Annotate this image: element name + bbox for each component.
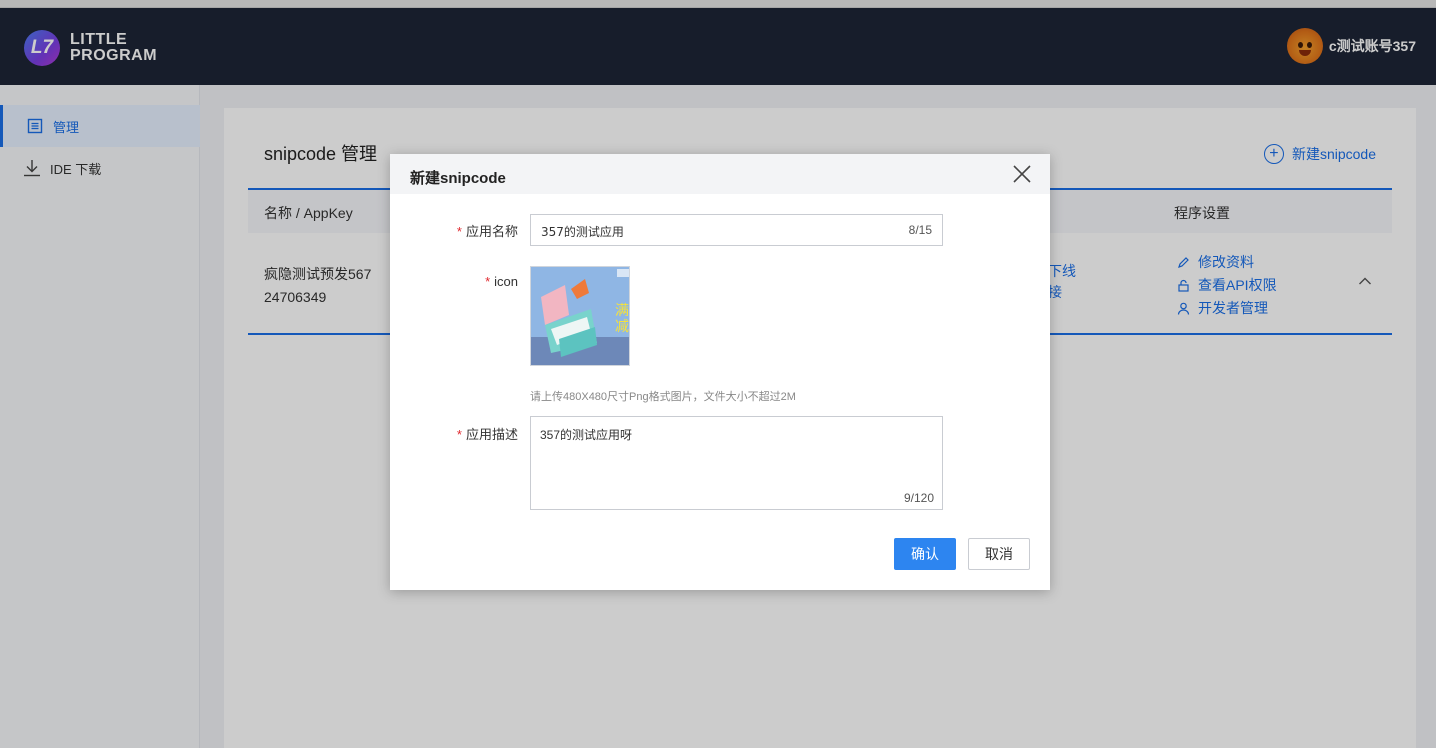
product-image-icon: 满 减 — [531, 267, 629, 365]
app-name-counter: 8/15 — [908, 223, 932, 237]
description-counter: 9/120 — [903, 491, 934, 505]
icon-label: * icon — [408, 274, 518, 289]
confirm-button[interactable]: 确认 — [894, 538, 956, 570]
description-label: * 应用描述 — [408, 424, 518, 443]
dialog-title: 新建snipcode — [410, 170, 506, 187]
app-name-label: * 应用名称 — [408, 221, 518, 240]
description-textarea[interactable]: 357的测试应用呀 9/120 — [530, 416, 943, 510]
dialog-header: 新建snipcode — [390, 154, 1050, 194]
app-name-input[interactable]: 357的测试应用 8/15 — [530, 214, 943, 246]
required-mark: * — [456, 427, 462, 442]
close-icon[interactable] — [1012, 164, 1032, 184]
app-name-value: 357的测试应用 — [541, 225, 624, 239]
overlay-char-2: 减 — [615, 319, 629, 335]
icon-label-text: icon — [494, 274, 518, 289]
overlay-char-1: 满 — [615, 303, 629, 319]
required-mark: * — [456, 224, 462, 239]
icon-hint: 请上传480X480尺寸Png格式图片，文件大小不超过2M — [530, 391, 796, 403]
icon-upload-preview[interactable]: 满 减 — [530, 266, 630, 366]
description-label-text: 应用描述 — [465, 427, 518, 442]
required-mark: * — [485, 274, 491, 289]
app-name-label-text: 应用名称 — [465, 224, 518, 239]
description-value: 357的测试应用呀 — [540, 428, 633, 442]
new-snipcode-dialog: 新建snipcode * 应用名称 357的测试应用 8/15 * icon 满 减… — [390, 154, 1050, 590]
cancel-button[interactable]: 取消 — [968, 538, 1030, 570]
